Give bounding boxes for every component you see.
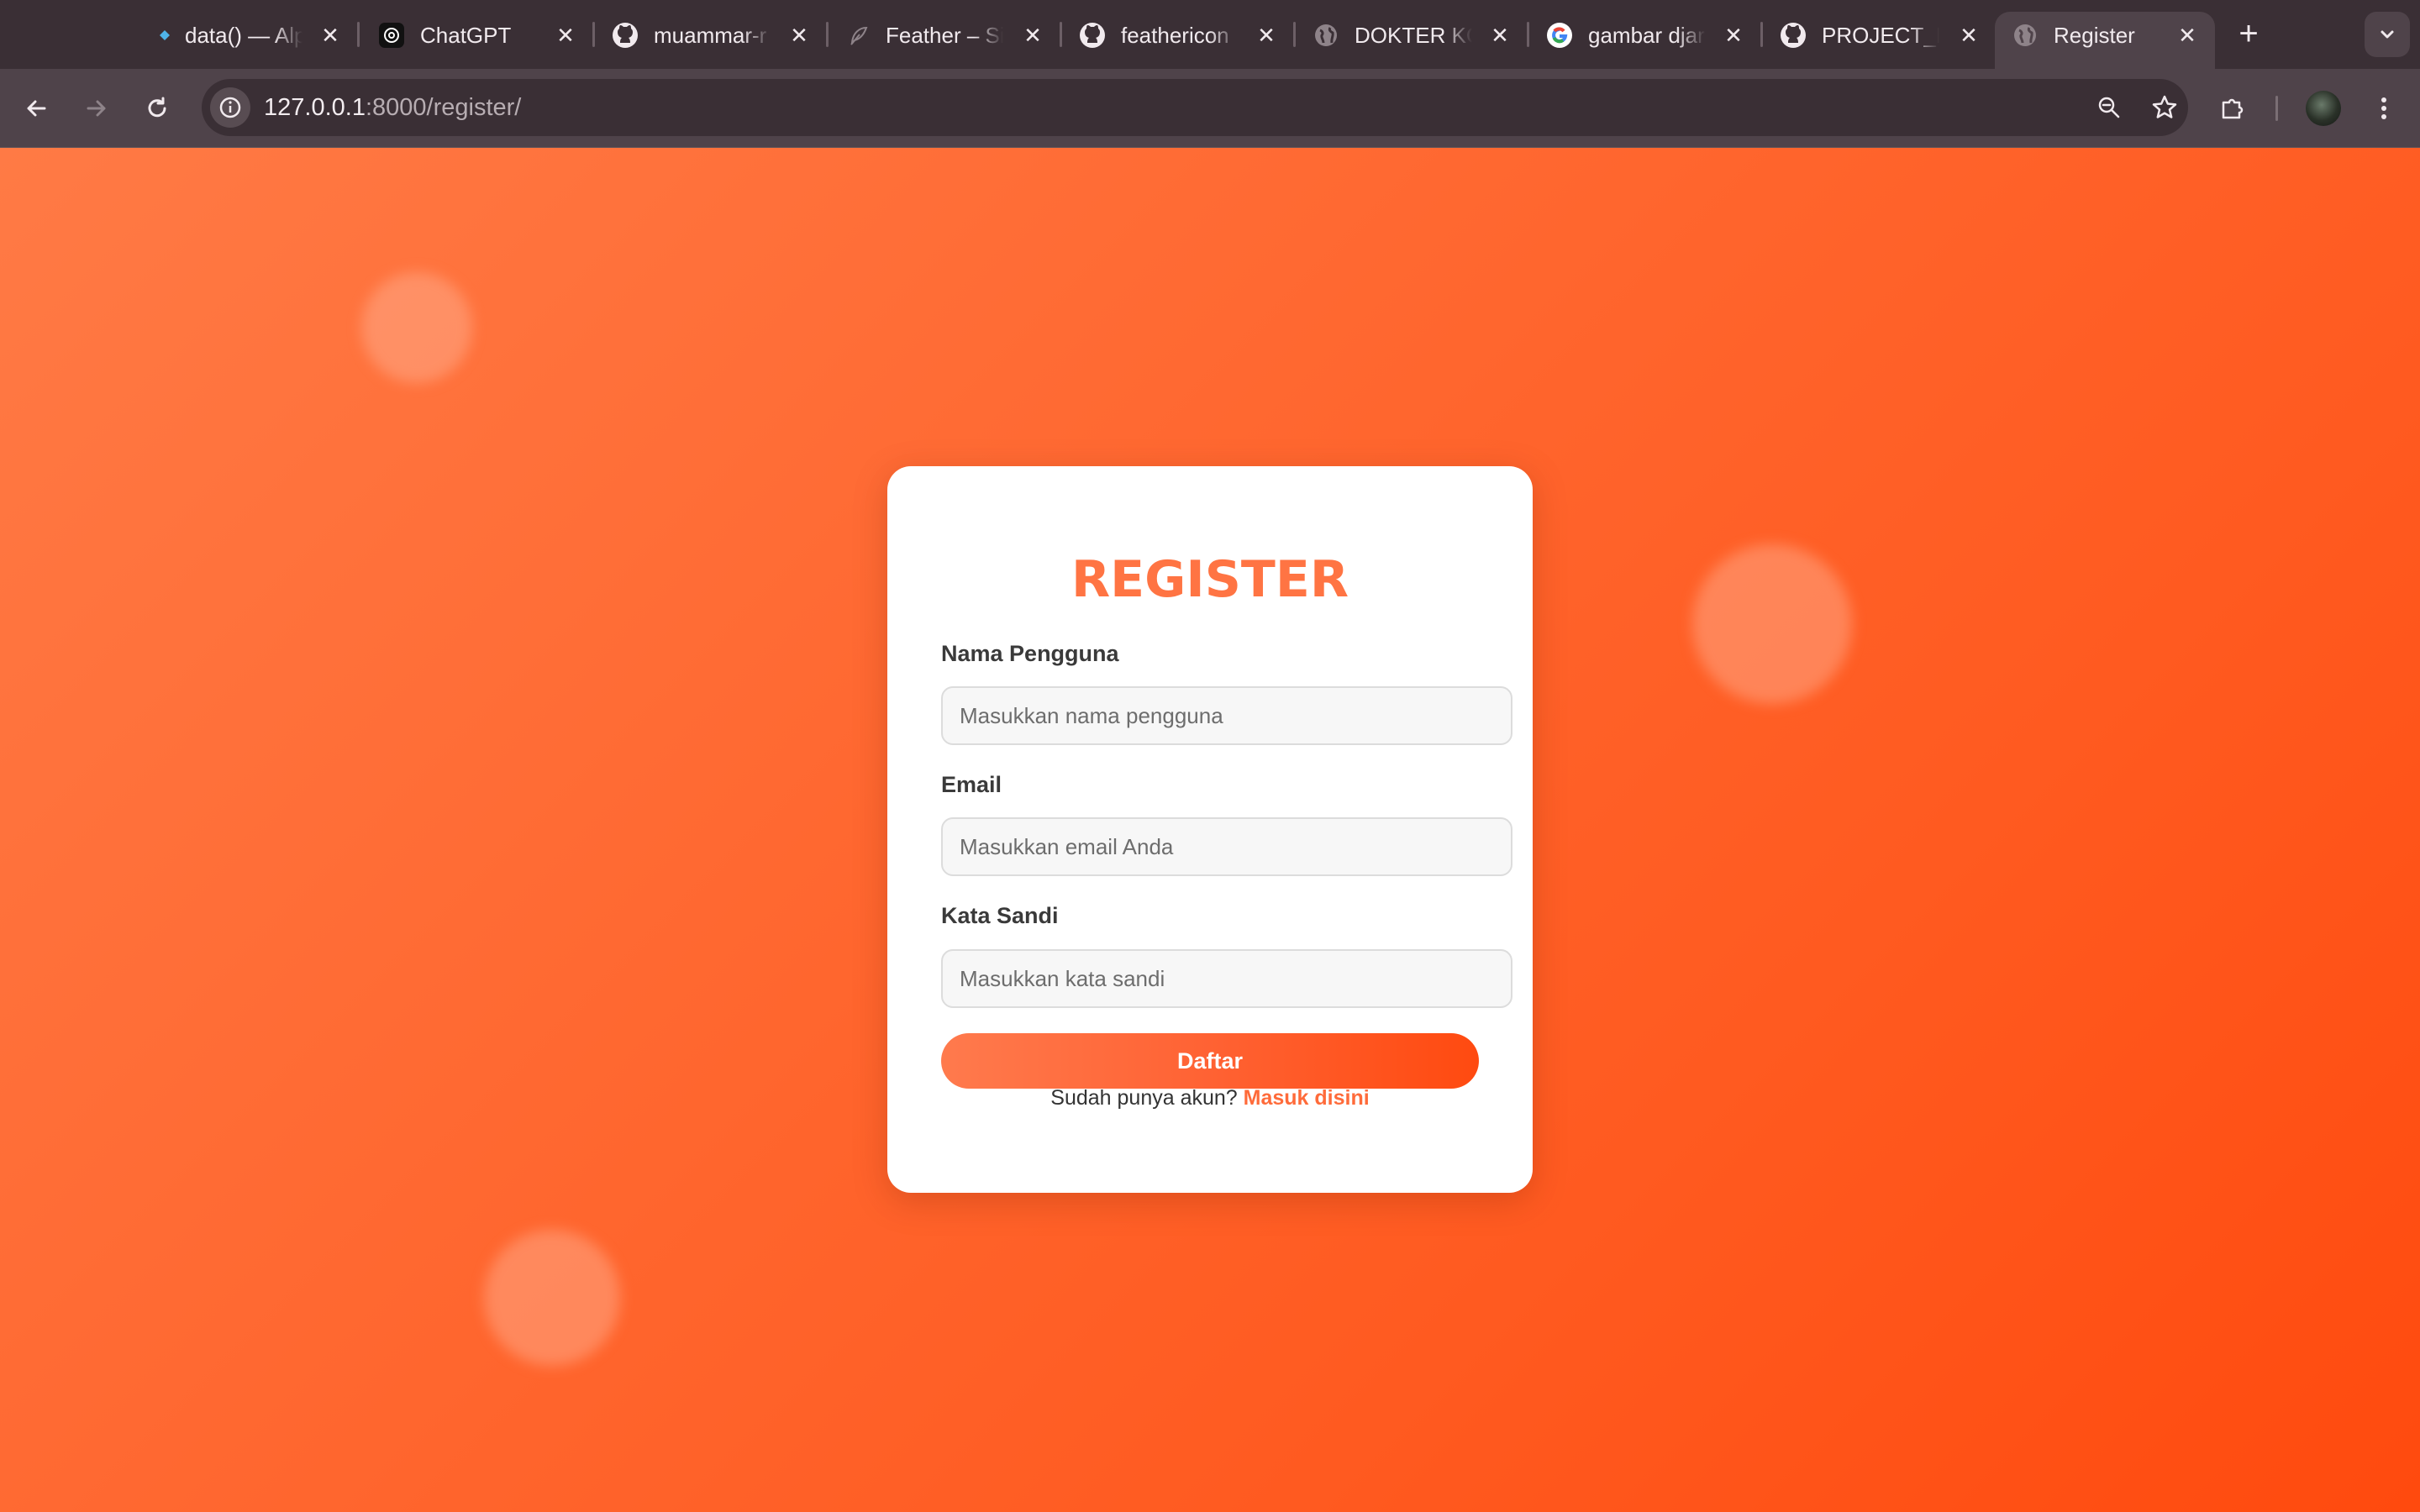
globe-icon [1313,22,1339,49]
register-card: REGISTER Nama Pengguna Email Kata Sandi … [887,466,1533,1193]
close-icon[interactable]: ✕ [1020,23,1045,48]
page-title: REGISTER [1071,550,1349,609]
decorative-bubble [1692,544,1852,704]
address-bar[interactable]: 127.0.0.1:8000/register/ [202,79,2188,136]
tab-title: ChatGPT [420,23,512,48]
extensions-button[interactable] [2213,89,2252,128]
bookmark-button[interactable] [2148,91,2181,124]
password-input[interactable] [941,949,1512,1008]
tab-project[interactable]: PROJECT_E ✕ [1763,0,1996,69]
google-icon [1546,22,1573,49]
tab-chatgpt[interactable]: ChatGPT ✕ [361,0,595,69]
close-icon[interactable]: ✕ [2175,23,2200,48]
chevron-down-icon [2381,30,2394,39]
login-prompt: Sudah punya akun? Masuk disini [887,1086,1533,1110]
arrow-left-icon [27,100,46,117]
avatar[interactable] [2306,91,2341,126]
tab-muammar[interactable]: muammar-r ✕ [595,0,829,69]
close-icon[interactable]: ✕ [1487,23,1512,48]
decorative-bubble [361,272,472,383]
arrow-right-icon [87,100,106,117]
email-input[interactable] [941,817,1512,876]
zoom-button[interactable] [2092,91,2126,124]
tab-title: gambar djar [1588,23,1705,48]
login-link[interactable]: Masuk disini [1244,1086,1370,1110]
decorative-bubble [484,1230,620,1366]
reload-icon [148,97,166,118]
puzzle-icon [2222,98,2244,119]
email-label: Email [941,772,1002,797]
zoom-out-icon [2098,97,2120,118]
tab-title: data() — Alp [185,23,302,48]
kebab-menu-icon [2381,97,2386,119]
tab-title: DOKTER KC [1355,23,1472,48]
close-icon[interactable]: ✕ [318,23,343,48]
tab-data-alp[interactable]: data() — Alp ✕ [134,0,360,69]
globe-icon [2012,22,2039,49]
menu-button[interactable] [2365,89,2403,128]
url-text[interactable]: 127.0.0.1:8000/register/ [264,79,521,136]
tab-search-button[interactable] [2365,12,2410,57]
tab-title: muammar-r [654,23,767,48]
feather-icon [845,22,872,49]
diamond-icon [151,22,178,49]
tab-title: Feather – Si [886,23,1003,48]
tab-feather[interactable]: Feather – Si ✕ [829,0,1062,69]
close-icon[interactable]: ✕ [1254,23,1279,48]
tab-title: Register [2054,23,2135,48]
login-prompt-text: Sudah punya akun? [1050,1086,1238,1110]
reload-button[interactable] [138,89,176,128]
tab-feathericon[interactable]: feathericon ✕ [1062,0,1296,69]
url-path: :8000/register/ [365,94,522,121]
browser-toolbar: 127.0.0.1:8000/register/ [0,69,2420,148]
close-icon[interactable]: ✕ [1721,23,1746,48]
page-viewport: REGISTER Nama Pengguna Email Kata Sandi … [0,148,2420,1512]
username-input[interactable] [941,686,1512,745]
tab-register-active[interactable]: Register ✕ [1995,12,2215,69]
forward-button[interactable] [77,89,116,128]
close-icon[interactable]: ✕ [1956,23,1981,48]
star-icon [2152,95,2177,118]
password-label: Kata Sandi [941,903,1059,928]
close-icon[interactable]: ✕ [786,23,812,48]
tab-dokter[interactable]: DOKTER KC ✕ [1296,0,1529,69]
username-label: Nama Pengguna [941,641,1119,666]
tab-strip: data() — Alp ✕ ChatGPT ✕ muammar-r ✕ Fea… [0,0,2420,69]
tab-title: PROJECT_E [1822,23,1939,48]
url-host: 127.0.0.1 [264,94,366,121]
tab-title: feathericon [1121,23,1229,48]
site-info-button[interactable] [210,87,250,128]
chatgpt-icon [378,22,405,49]
info-icon [219,97,241,118]
toolbar-divider [2275,96,2278,121]
back-button[interactable] [17,89,55,128]
register-submit-button[interactable]: Daftar [941,1033,1479,1089]
new-tab-button[interactable]: + [2232,17,2265,50]
github-icon [1780,22,1807,49]
close-icon[interactable]: ✕ [553,23,578,48]
tab-gambar[interactable]: gambar djar ✕ [1529,0,1763,69]
github-icon [612,22,639,49]
github-icon [1079,22,1106,49]
tab-separator [357,22,360,47]
